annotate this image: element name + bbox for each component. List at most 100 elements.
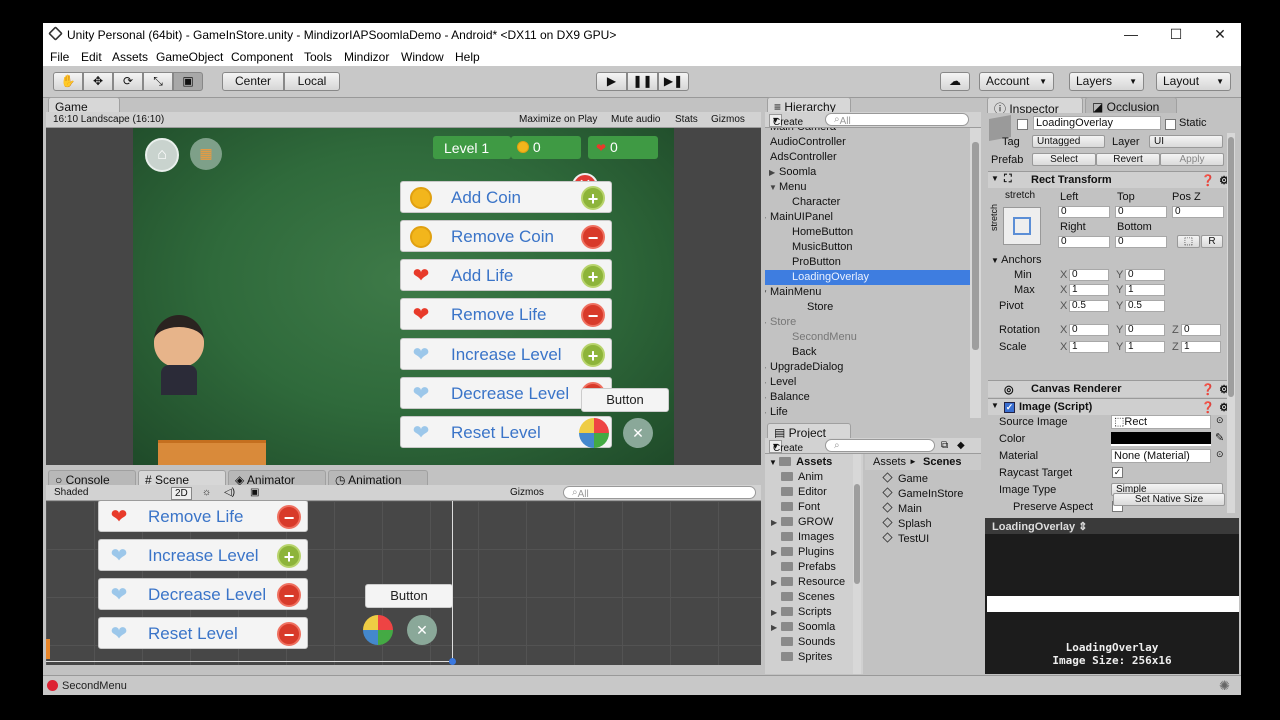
prefab-select-button[interactable]: Select (1032, 153, 1096, 166)
project-folder[interactable]: ▶ Scripts (771, 606, 832, 618)
posz-field[interactable]: 0 (1172, 206, 1224, 218)
expand-arrow-icon[interactable]: ▶ (769, 168, 775, 177)
scene-file[interactable]: GameInStore (882, 487, 963, 500)
close-button[interactable]: ✕ (1205, 25, 1235, 43)
left-field[interactable]: 0 (1058, 206, 1110, 218)
hierarchy-search-input[interactable]: ⌕ All (825, 113, 969, 127)
rate-icon[interactable] (579, 418, 609, 448)
account-dropdown[interactable]: Account ▼ (979, 72, 1054, 91)
image-script-header[interactable]: ▼ ✓ Image (Script) ❓ ⚙ (988, 398, 1235, 415)
expand-arrow-icon[interactable]: ▶ (765, 318, 766, 327)
color-swatch[interactable] (1111, 432, 1211, 446)
hierarchy-item[interactable]: MusicButton (765, 240, 970, 255)
object-name-field[interactable]: LoadingOverlay (1033, 116, 1161, 130)
expand-arrow-icon[interactable]: ▶ (765, 408, 766, 417)
scene-file[interactable]: Game (882, 472, 928, 485)
pivot-center-toggle[interactable]: Center (222, 72, 284, 91)
audio-icon[interactable]: ◁) (224, 487, 235, 498)
effects-icon[interactable]: ▣ (250, 487, 259, 498)
bottom-field[interactable]: 0 (1115, 236, 1167, 248)
move-tool-icon[interactable]: ✥ (83, 72, 113, 91)
aspect-dropdown[interactable]: 16:10 Landscape (16:10) (53, 114, 164, 125)
project-create-button[interactable]: Create ▾ (769, 440, 803, 454)
expand-arrow-icon[interactable]: ▶ (771, 623, 781, 632)
expand-arrow-icon[interactable]: ▶ (771, 578, 781, 587)
expand-arrow-icon[interactable]: ▶ (771, 608, 781, 617)
hierarchy-item[interactable]: ▼MainMenu (765, 285, 970, 300)
project-folder[interactable]: Sprites (771, 651, 832, 663)
project-folder[interactable]: Prefabs (771, 561, 836, 573)
stats-toggle[interactable]: Stats (675, 114, 698, 125)
scene-menu-button-3[interactable]: ❤ Reset Level − (98, 617, 308, 649)
scene-search-input[interactable]: ⌕ All (563, 486, 756, 500)
layer-dropdown[interactable]: UI (1149, 135, 1223, 148)
layers-dropdown[interactable]: Layers ▼ (1069, 72, 1144, 91)
source-image-field[interactable]: ⬚Rect (1111, 415, 1211, 429)
expand-arrow-icon[interactable]: ▶ (765, 393, 766, 402)
material-picker-icon[interactable]: ⊙ (1216, 449, 1224, 460)
menu-edit[interactable]: Edit (81, 50, 102, 64)
hierarchy-item[interactable]: Main Camera (765, 128, 970, 135)
tag-dropdown[interactable]: Untagged (1032, 135, 1105, 148)
expand-arrow-icon[interactable]: ▶ (765, 363, 766, 372)
cloud-icon[interactable]: ☁ (940, 72, 970, 91)
hierarchy-item[interactable]: SecondMenu (765, 330, 970, 345)
hierarchy-item[interactable]: ProButton (765, 255, 970, 270)
eyedropper-icon[interactable]: ✎ (1215, 431, 1224, 444)
menu-tools[interactable]: Tools (304, 50, 332, 64)
project-folder[interactable]: Editor (771, 486, 827, 498)
scene-menu-button-1[interactable]: ❤ Increase Level + (98, 539, 308, 571)
scene-file[interactable]: Splash (882, 517, 932, 530)
game-menu-button-3[interactable]: ❤ Remove Life − (400, 298, 612, 330)
hierarchy-scrollbar[interactable] (970, 128, 981, 418)
project-folder[interactable]: Font (771, 501, 820, 513)
menu-component[interactable]: Component (231, 50, 293, 64)
assets-root[interactable]: ▼ Assets (769, 456, 832, 468)
raycast-checkbox[interactable]: ✓ (1112, 467, 1123, 478)
preview-header[interactable]: LoadingOverlay ⇕ (985, 518, 1239, 534)
game-menu-button-4[interactable]: ❤ Increase Level + (400, 338, 612, 370)
scene-view[interactable]: ❤ Remove Life − ❤ Increase Level + ❤ Decrease L… (46, 501, 761, 665)
plus-icon[interactable]: + (581, 186, 605, 210)
hand-tool-icon[interactable]: ✋ (53, 72, 83, 91)
static-checkbox[interactable] (1165, 119, 1176, 130)
expand-arrow-icon[interactable]: ▼ (769, 183, 777, 192)
top-field[interactable]: 0 (1115, 206, 1167, 218)
raw-edit-button[interactable]: R (1201, 235, 1223, 248)
menu-file[interactable]: File (50, 50, 69, 64)
scale-tool-icon[interactable]: ⤡ (143, 72, 173, 91)
game-generic-button[interactable]: Button (581, 388, 669, 412)
minus-icon[interactable]: − (277, 622, 301, 646)
max-y-field[interactable]: 1 (1125, 284, 1165, 296)
canvas-help-icon[interactable]: ❓ (1201, 383, 1215, 396)
rot-z-field[interactable]: 0 (1181, 324, 1221, 336)
hierarchy-item[interactable]: ▶ Balance (765, 390, 970, 405)
menu-mindizor[interactable]: Mindizor (344, 50, 389, 64)
canvas-renderer-header[interactable]: ◎ Canvas Renderer ❓ ⚙ (988, 380, 1235, 397)
source-picker-icon[interactable]: ⊙ (1216, 415, 1224, 426)
hierarchy-item[interactable]: HomeButton (765, 225, 970, 240)
project-scrollbar[interactable] (853, 454, 861, 674)
expand-arrow-icon[interactable]: ▶ (771, 548, 781, 557)
hierarchy-item[interactable]: ▼ Menu (765, 180, 970, 195)
expand-arrow-icon[interactable]: ▶ (765, 378, 766, 387)
scale-z-field[interactable]: 1 (1181, 341, 1221, 353)
project-folder[interactable]: Images (771, 531, 834, 543)
game-menu-button-1[interactable]: Remove Coin − (400, 220, 612, 252)
anchor-preset-icon[interactable] (1003, 207, 1041, 245)
scale-x-field[interactable]: 1 (1069, 341, 1109, 353)
hierarchy-item[interactable]: Store (765, 300, 970, 315)
plus-icon[interactable]: + (277, 544, 301, 568)
right-field[interactable]: 0 (1058, 236, 1110, 248)
image-help-icon[interactable]: ❓ (1201, 401, 1215, 414)
hierarchy-item[interactable]: ▶ Store (765, 315, 970, 330)
shading-dropdown[interactable]: Shaded (54, 487, 88, 498)
tab-occlusion[interactable]: ◪ Occlusion (1085, 97, 1177, 114)
menu-window[interactable]: Window (401, 50, 444, 64)
anchors-foldout[interactable]: ▼ Anchors (991, 254, 1042, 266)
tab-inspector[interactable]: ⓘ Inspector (987, 97, 1083, 116)
filter-type-icon[interactable]: ⧉ (941, 440, 948, 451)
scale-y-field[interactable]: 1 (1125, 341, 1165, 353)
rot-x-field[interactable]: 0 (1069, 324, 1109, 336)
maximize-button[interactable]: ☐ (1161, 25, 1191, 43)
